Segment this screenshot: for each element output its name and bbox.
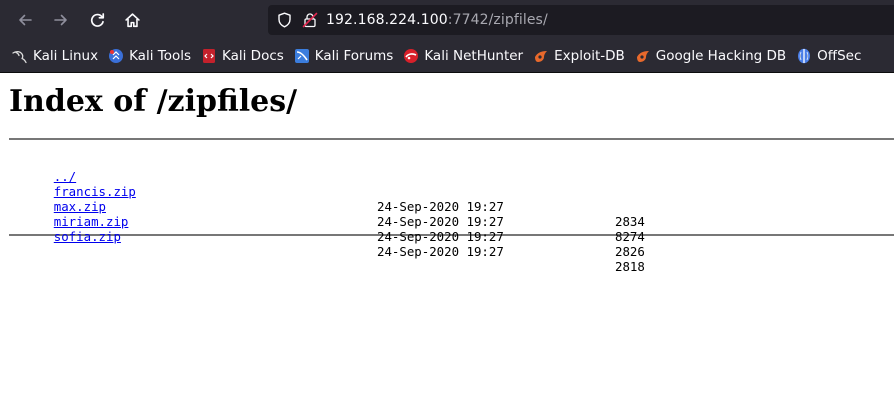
home-button[interactable] — [120, 8, 144, 32]
reload-button[interactable] — [85, 8, 109, 32]
bookmark-label: Exploit-DB — [554, 48, 625, 64]
forward-button[interactable] — [49, 8, 73, 32]
file-date: 24-Sep-2020 19:27 — [377, 244, 504, 259]
file-link[interactable]: sofia.zip — [54, 229, 121, 244]
bookmark-kali-forums[interactable]: Kali Forums — [294, 48, 394, 64]
exploit-db-icon — [533, 48, 549, 64]
kali-docs-icon — [201, 48, 217, 64]
browser-toolbar: 192.168.224.100:7742/zipfiles/ — [0, 0, 894, 40]
bookmark-kali-nethunter[interactable]: Kali NetHunter — [403, 48, 523, 64]
divider-top — [9, 138, 894, 140]
bookmark-label: Kali NetHunter — [424, 48, 524, 64]
file-size: 8274 — [615, 229, 645, 244]
url-bar[interactable]: 192.168.224.100:7742/zipfiles/ — [268, 5, 894, 35]
file-size: 2818 — [615, 259, 645, 274]
url-host: 192.168.224.100 — [326, 12, 448, 28]
bookmark-label: Google Hacking DB — [655, 48, 787, 64]
kali-dragon-icon — [12, 48, 28, 64]
url-text[interactable]: 192.168.224.100:7742/zipfiles/ — [326, 12, 548, 28]
ghdb-icon — [635, 48, 651, 64]
offsec-icon — [796, 48, 812, 64]
kali-nethunter-icon — [403, 48, 419, 64]
parent-dir-row: ../ — [9, 154, 894, 184]
reload-icon — [90, 12, 104, 27]
bookmark-label: Kali Docs — [222, 48, 284, 64]
insecure-lock-icon[interactable] — [300, 10, 320, 30]
file-date: 24-Sep-2020 19:27 — [377, 229, 504, 244]
bookmark-kali-docs[interactable]: Kali Docs — [201, 48, 284, 64]
page-title: Index of /zipfiles/ — [9, 84, 298, 119]
back-button[interactable] — [13, 8, 37, 32]
bookmark-label: Kali Forums — [314, 48, 394, 64]
file-size: 2826 — [615, 244, 645, 259]
bookmark-kali-tools[interactable]: Kali Tools — [108, 48, 191, 64]
file-row: max.zip 24-Sep-2020 19:27 8274 — [9, 184, 894, 244]
bookmark-label: Kali Linux — [33, 48, 99, 64]
arrow-right-icon — [54, 14, 67, 26]
url-path: :7742/zipfiles/ — [447, 12, 548, 28]
bookmark-kali-linux[interactable]: Kali Linux — [12, 48, 98, 64]
page-content: Index of /zipfiles/ ../ francis.zip 24-S… — [0, 84, 894, 274]
file-row: francis.zip 24-Sep-2020 19:27 2834 — [9, 169, 894, 229]
arrow-left-icon — [19, 14, 32, 26]
bookmark-offsec[interactable]: OffSec — [796, 48, 861, 64]
home-icon — [124, 12, 140, 27]
kali-tools-icon — [108, 48, 124, 64]
bookmark-exploit-db[interactable]: Exploit-DB — [533, 48, 625, 64]
bookmark-label: OffSec — [817, 48, 862, 64]
file-listing: ../ francis.zip 24-Sep-2020 19:27 2834 m… — [9, 154, 894, 274]
bookmarks-bar: Kali Linux Kali Tools Kali Docs Kali For… — [0, 40, 894, 73]
bookmark-google-hacking-db[interactable]: Google Hacking DB — [635, 48, 786, 64]
kali-forums-icon — [294, 48, 310, 64]
shield-icon[interactable] — [274, 10, 294, 30]
file-row: miriam.zip 24-Sep-2020 19:27 2826 — [9, 199, 894, 259]
file-row: sofia.zip 24-Sep-2020 19:27 2818 — [9, 214, 894, 274]
bookmark-label: Kali Tools — [129, 48, 191, 64]
